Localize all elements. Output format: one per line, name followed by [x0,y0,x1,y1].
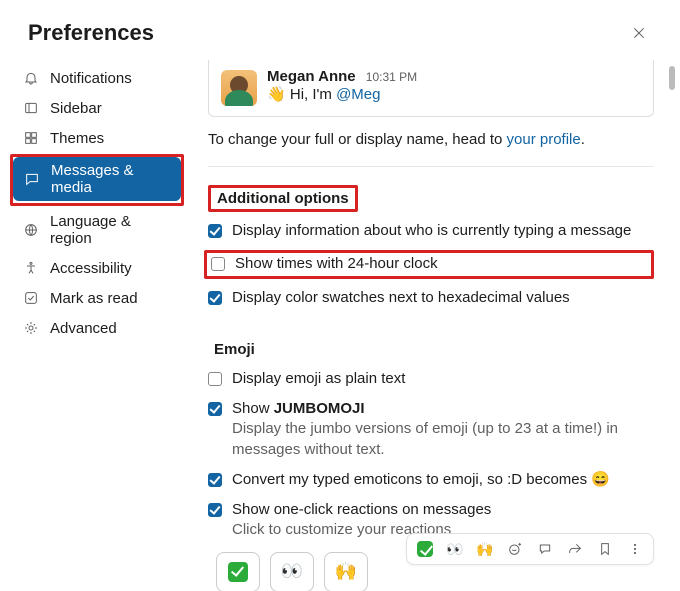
bell-icon [22,69,40,87]
scrollbar-thumb[interactable] [669,66,675,90]
checkbox[interactable] [208,291,222,305]
sidebar: Notifications Sidebar Themes Messages & … [0,60,190,591]
toolbar-more[interactable] [625,539,645,559]
sidebar-item-notifications[interactable]: Notifications [12,64,182,92]
option-color-swatches[interactable]: Display color swatches next to hexadecim… [208,287,654,309]
your-profile-link[interactable]: your profile [507,131,581,148]
reaction-hands[interactable]: 🙌 [324,552,368,591]
sidebar-item-label: Mark as read [50,290,138,307]
change-name-hint: To change your full or display name, hea… [208,131,654,148]
sidebar-item-language-region[interactable]: Language & region [12,208,182,252]
checkbox[interactable] [208,473,222,487]
gear-icon [22,319,40,337]
option-typing-info[interactable]: Display information about who is current… [208,220,654,242]
accessibility-icon [22,259,40,277]
toolbar-bookmark[interactable] [595,539,615,559]
divider [208,166,654,167]
message-author: Megan Anne [267,68,356,85]
themes-icon [22,129,40,147]
mention-link[interactable]: @Meg [336,86,380,103]
avatar [221,70,257,106]
close-button[interactable] [626,20,652,46]
message-icon [23,170,41,188]
sidebar-item-label: Language & region [50,213,172,247]
message-toolbar: 👀 🙌 [406,533,654,565]
scrollbar[interactable] [666,60,678,591]
checkbox[interactable] [208,224,222,238]
reaction-check[interactable] [216,552,260,591]
close-icon [631,25,647,41]
sidebar-item-label: Themes [50,130,104,147]
checkbox[interactable] [211,257,225,271]
preferences-content: Megan Anne 10:31 PM 👋 Hi, I'm @Meg To ch… [190,60,680,591]
sidebar-item-advanced[interactable]: Advanced [12,314,182,342]
sidebar-item-mark-as-read[interactable]: Mark as read [12,284,182,312]
sidebar-item-messages-media[interactable]: Messages & media [13,157,181,201]
message-time: 10:31 PM [366,70,417,84]
checkbox[interactable] [208,402,222,416]
globe-icon [22,221,40,239]
message-body: 👋 Hi, I'm @Meg [267,85,417,103]
green-check-icon [417,541,433,557]
message-preview: Megan Anne 10:31 PM 👋 Hi, I'm @Meg [208,60,654,117]
eyes-icon: 👀 [281,561,303,582]
sidebar-item-label: Sidebar [50,100,102,117]
toolbar-share[interactable] [565,539,585,559]
sidebar-item-themes[interactable]: Themes [12,124,182,152]
toolbar-thread[interactable] [535,539,555,559]
sidebar-item-label: Messages & media [51,162,171,196]
hands-icon: 🙌 [335,561,357,582]
sidebar-item-sidebar[interactable]: Sidebar [12,94,182,122]
sidebar-item-label: Notifications [50,70,132,87]
wave-icon: 👋 [267,85,286,103]
sidebar-icon [22,99,40,117]
page-title: Preferences [28,20,154,46]
option-emoji-plain[interactable]: Display emoji as plain text [208,368,654,390]
sidebar-item-label: Accessibility [50,260,132,277]
option-jumbomoji[interactable]: Show JUMBOMOJI Display the jumbo version… [208,398,654,461]
section-title-additional: Additional options [208,185,358,212]
option-convert-emoticons[interactable]: Convert my typed emoticons to emoji, so … [208,469,654,491]
toolbar-reaction-hands[interactable]: 🙌 [475,539,495,559]
sidebar-item-label: Advanced [50,320,117,337]
check-icon [22,289,40,307]
option-24h-clock[interactable]: Show times with 24-hour clock [204,250,654,278]
section-title-emoji: Emoji [208,339,261,360]
toolbar-reaction-check[interactable] [415,539,435,559]
reaction-eyes[interactable]: 👀 [270,552,314,591]
toolbar-add-reaction[interactable] [505,539,525,559]
green-check-icon [228,562,248,582]
sidebar-item-accessibility[interactable]: Accessibility [12,254,182,282]
toolbar-reaction-eyes[interactable]: 👀 [445,539,465,559]
checkbox[interactable] [208,372,222,386]
checkbox[interactable] [208,503,222,517]
